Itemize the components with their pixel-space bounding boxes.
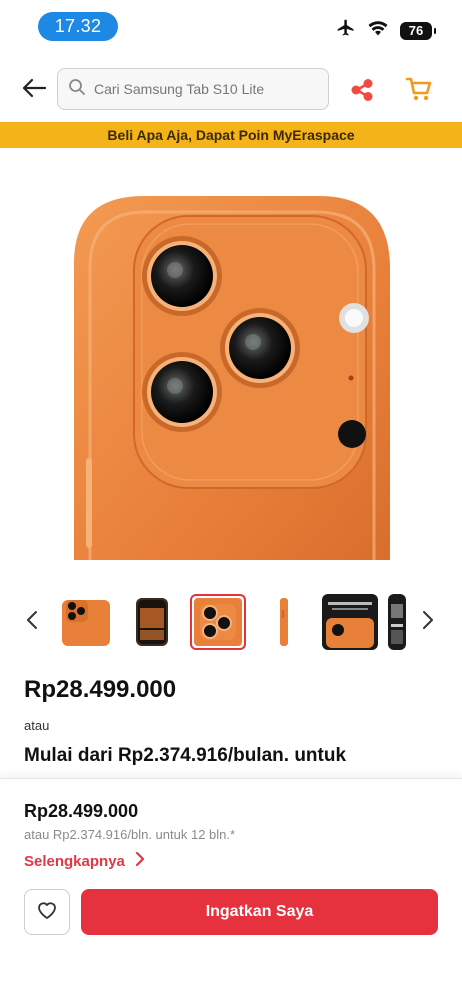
thumb-prev-button[interactable] [20,608,44,636]
airplane-icon [336,18,356,43]
promo-banner[interactable]: Beli Apa Aja, Dapat Poin MyEraspace [0,122,462,148]
search-box[interactable] [57,68,329,110]
thumbnail-row [0,590,462,654]
product-image[interactable] [74,168,390,560]
heart-icon [36,900,58,925]
wifi-icon [368,20,388,41]
cart-icon [404,77,434,108]
share-icon [348,79,376,108]
chevron-right-icon [135,851,145,871]
header [0,60,462,120]
search-icon [68,78,86,101]
chevron-right-icon [422,610,434,635]
product-price: Rp28.499.000 [24,676,177,703]
status-icons: 76 [336,18,436,43]
see-more-label: Selengkapnya [24,852,125,870]
cart-button[interactable] [404,74,434,104]
wishlist-button[interactable] [24,889,70,935]
share-button[interactable] [348,76,376,104]
bottom-installment: atau Rp2.374.916/bln. untuk 12 bln.* [24,827,236,842]
remind-me-button[interactable]: Ingatkan Saya [81,889,438,935]
battery-icon: 76 [400,21,436,40]
installment-text: Mulai dari Rp2.374.916/bulan. untuk [24,745,347,766]
or-label: atau [24,718,50,733]
thumbnail-active[interactable] [190,594,246,650]
back-arrow-icon [21,78,47,103]
thumbnail[interactable] [256,594,312,650]
back-button[interactable] [18,74,50,106]
chevron-left-icon [26,610,38,635]
status-bar: 17.32 76 [0,0,462,52]
thumbnail[interactable] [58,594,114,650]
bottom-sheet: Rp28.499.000 atau Rp2.374.916/bln. untuk… [0,778,462,1000]
thumb-next-button[interactable] [416,608,440,636]
see-more-link[interactable]: Selengkapnya [24,851,145,871]
thumbnail[interactable] [124,594,180,650]
bottom-price: Rp28.499.000 [24,801,139,821]
search-input[interactable] [94,81,314,97]
thumbnail[interactable] [388,594,406,650]
thumbnail[interactable] [322,594,378,650]
status-time: 17.32 [38,12,118,41]
